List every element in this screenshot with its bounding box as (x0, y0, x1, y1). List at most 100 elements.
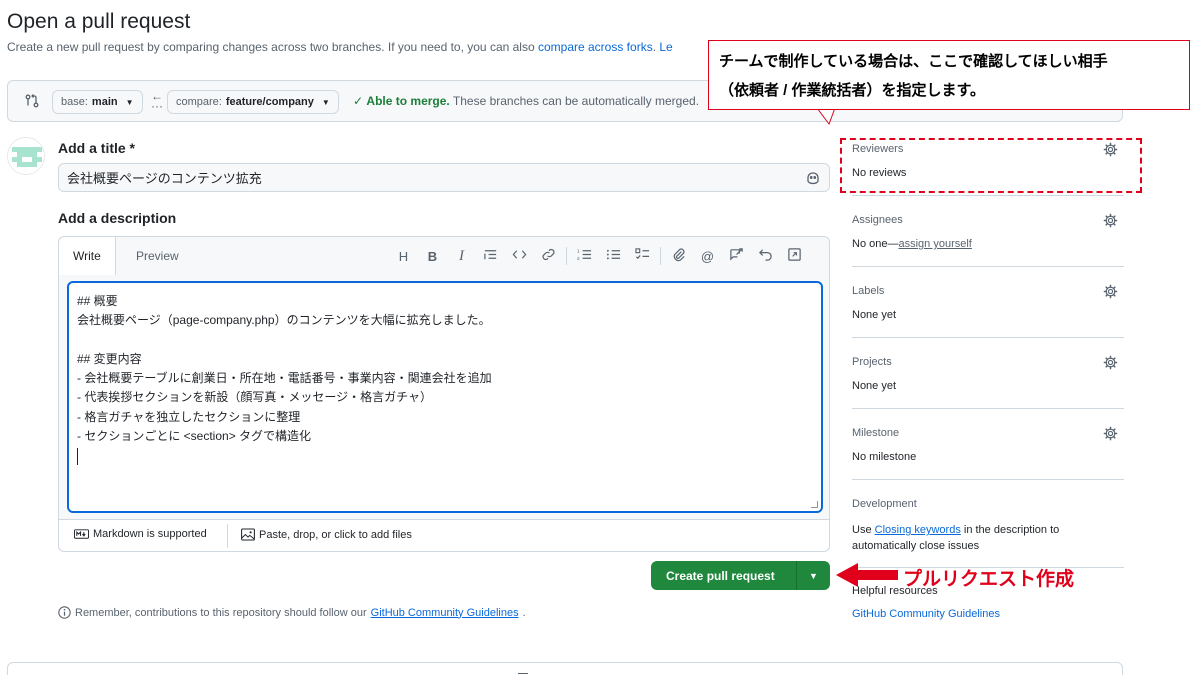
tab-write[interactable]: Write (59, 237, 116, 275)
merge-status-detail: These branches can be automatically merg… (452, 94, 700, 108)
development-text: Use Closing keywords in the description … (852, 522, 1102, 554)
markdown-supported-note[interactable]: Markdown is supported (74, 528, 207, 540)
gear-icon[interactable] (1103, 426, 1118, 441)
annotation-create-label: プルリクエスト作成 (903, 569, 1075, 590)
italic-icon[interactable]: I (447, 248, 476, 265)
milestone-title[interactable]: Milestone (852, 427, 899, 439)
page-title: Open a pull request (7, 10, 191, 33)
attach-files-button[interactable]: Paste, drop, or click to add files (241, 528, 412, 541)
remember-text: Remember, contributions to this reposito… (75, 606, 367, 619)
chevron-down-icon: ▼ (321, 97, 330, 107)
labels-title[interactable]: Labels (852, 285, 884, 297)
title-value: 会社概要ページのコンテンツ拡充 (67, 171, 262, 186)
tab-preview[interactable]: Preview (122, 237, 193, 275)
code-icon[interactable] (505, 247, 534, 265)
reference-icon[interactable] (722, 247, 751, 265)
svg-text:2: 2 (577, 256, 580, 261)
base-branch-select[interactable]: base: main ▼ (52, 90, 143, 114)
description-line (77, 331, 813, 350)
sidebar-divider (852, 408, 1124, 409)
compare-key: compare: (176, 96, 222, 108)
callout-tail (816, 108, 836, 126)
learn-more-link[interactable]: Le (659, 40, 672, 54)
description-line: - 会社概要テーブルに創業日・所在地・電話番号・事業内容・関連会社を追加 (77, 371, 492, 386)
subtitle-text: Create a new pull request by comparing c… (7, 40, 538, 54)
triangle-down-icon: ▼ (809, 570, 818, 581)
merge-status: ✓ Able to merge. These branches can be a… (353, 94, 699, 108)
title-input[interactable]: 会社概要ページのコンテンツ拡充 (58, 163, 830, 192)
compare-across-forks-link[interactable]: compare across forks (538, 40, 653, 54)
panel-marker (518, 673, 528, 674)
info-icon (58, 606, 71, 619)
compare-value: feature/company (225, 96, 314, 108)
projects-title[interactable]: Projects (852, 356, 892, 368)
sidebar-divider (852, 195, 1124, 196)
description-line: ## 変更内容 (77, 351, 142, 366)
editor-tabs: Write Preview H B I 12 @ (59, 237, 829, 275)
undo-icon[interactable] (751, 247, 780, 265)
gear-icon[interactable] (1103, 355, 1118, 370)
callout-line-2: （依頼者 / 作業統括者）を指定します。 (719, 82, 986, 99)
attach-icon[interactable] (664, 247, 693, 265)
gear-icon[interactable] (1103, 284, 1118, 299)
description-line: ## 概要 (77, 294, 118, 308)
description-line: 会社概要ページ（page-company.php）のコンテンツを大幅に拡充しまし… (77, 313, 491, 328)
avatar[interactable] (7, 137, 45, 175)
description-label: Add a description (58, 210, 177, 226)
unordered-list-icon[interactable] (599, 247, 628, 265)
sidebar-divider (852, 266, 1124, 267)
task-list-icon[interactable] (628, 247, 657, 265)
assignees-none: No one— (852, 238, 899, 250)
milestone-value: No milestone (852, 451, 917, 463)
copilot-icon[interactable] (805, 170, 821, 186)
resize-handle[interactable] (811, 501, 818, 508)
compare-branch-select[interactable]: compare: feature/company ▼ (167, 90, 339, 114)
chevron-down-icon: ▼ (125, 97, 134, 107)
image-icon (241, 528, 255, 541)
base-value: main (91, 96, 118, 108)
commits-panel (7, 662, 1123, 675)
fullscreen-icon[interactable] (780, 247, 809, 265)
footer-divider (227, 524, 228, 548)
red-arrow-icon (836, 563, 898, 587)
bold-icon[interactable]: B (418, 249, 447, 264)
attach-note-text: Paste, drop, or click to add files (259, 528, 412, 541)
gear-icon[interactable] (1103, 213, 1118, 228)
remember-end: . (522, 606, 526, 619)
description-editor: Write Preview H B I 12 @ ## 概要 会社概要ページ（p… (58, 236, 830, 552)
markdown-icon (74, 529, 89, 539)
page-subtitle: Create a new pull request by comparing c… (7, 40, 673, 54)
closing-keywords-link[interactable]: Closing keywords (875, 524, 961, 536)
toolbar-divider (660, 247, 661, 265)
reviewers-highlight-box (840, 138, 1142, 193)
markdown-note-text: Markdown is supported (93, 528, 207, 540)
description-line: - セクションごとに <section> タグで構造化 (77, 429, 312, 444)
editor-footer: Markdown is supported Paste, drop, or cl… (59, 519, 829, 551)
sidebar-divider (852, 337, 1124, 338)
assign-yourself-link[interactable]: assign yourself (898, 238, 971, 250)
heading-icon[interactable]: H (389, 249, 418, 264)
svg-text:1: 1 (577, 249, 580, 254)
description-textarea[interactable]: ## 概要 会社概要ページ（page-company.php）のコンテンツを大幅… (67, 281, 823, 513)
description-line: - 格言ガチャを独立したセクションに整理 (77, 409, 301, 424)
labels-value: None yet (852, 309, 897, 321)
helpful-guidelines-link[interactable]: GitHub Community Guidelines (852, 608, 1000, 620)
merge-status-strong: Able to merge. (366, 94, 450, 108)
arrow-left-icon: ← ··· (151, 89, 163, 113)
create-pull-request-group: Create pull request ▼ (651, 561, 830, 590)
assignees-title[interactable]: Assignees (852, 214, 903, 226)
community-guidelines-link[interactable]: GitHub Community Guidelines (371, 607, 519, 619)
quote-icon[interactable] (476, 247, 505, 265)
sidebar-divider (852, 479, 1124, 480)
link-icon[interactable] (534, 247, 563, 265)
mention-icon[interactable]: @ (693, 249, 722, 264)
callout-line-1: チームで制作している場合は、ここで確認してほしい相手 (719, 53, 1108, 70)
annotation-callout: チームで制作している場合は、ここで確認してほしい相手 （依頼者 / 作業統括者）… (708, 40, 1190, 110)
create-pull-request-button[interactable]: Create pull request (651, 569, 796, 583)
base-key: base: (61, 96, 88, 108)
projects-value: None yet (852, 380, 897, 392)
ordered-list-icon[interactable]: 12 (570, 247, 599, 265)
title-label: Add a title * (58, 140, 136, 156)
assignees-value: No one—assign yourself (852, 238, 972, 250)
create-options-dropdown[interactable]: ▼ (797, 571, 830, 581)
